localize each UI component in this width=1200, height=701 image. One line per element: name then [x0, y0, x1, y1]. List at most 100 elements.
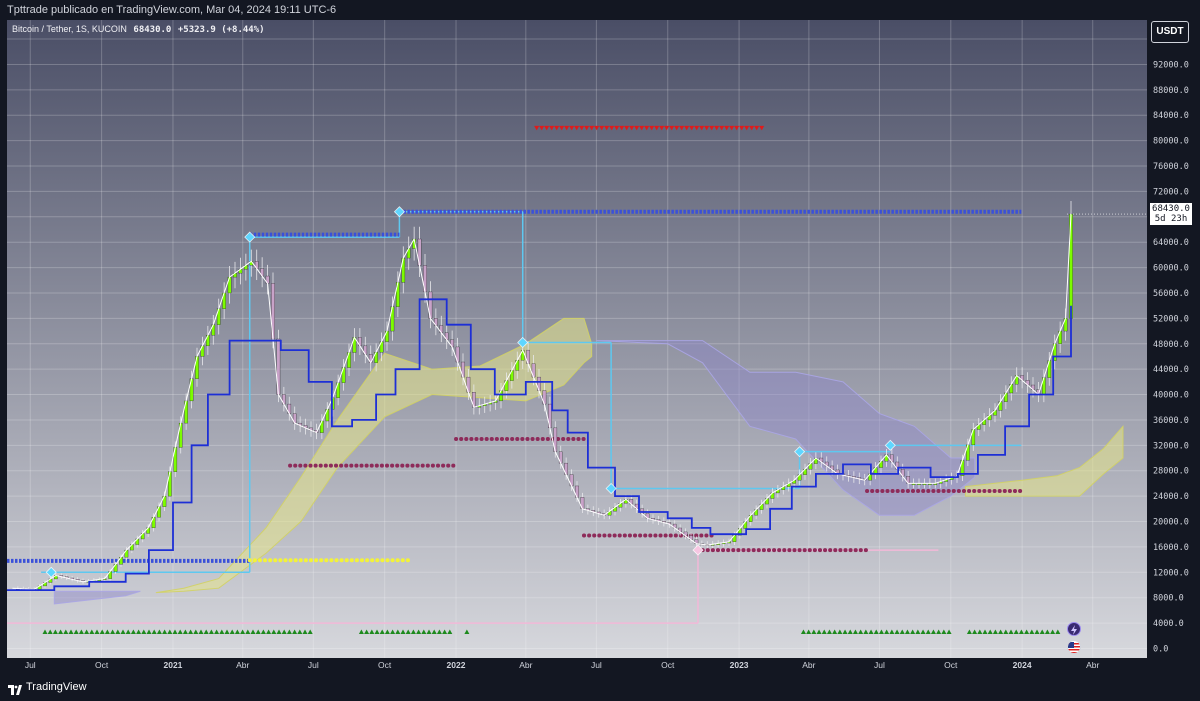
sell-signal-marker: [539, 125, 545, 131]
price-tick-label: 88000.0: [1153, 86, 1189, 96]
buy-signal-marker: [99, 629, 105, 634]
buy-signal-marker: [998, 629, 1004, 634]
buy-signal-marker: [811, 629, 817, 634]
buy-signal-marker: [384, 629, 390, 634]
price-close-line: [12, 214, 1072, 590]
lightning-icon[interactable]: [1067, 622, 1081, 636]
buy-signal-marker: [925, 629, 931, 634]
buy-signal-marker: [920, 629, 926, 634]
sell-signal-marker: [564, 125, 570, 131]
buy-signal-marker: [837, 629, 843, 634]
buy-signal-marker: [852, 629, 858, 634]
buy-signal-marker: [400, 629, 406, 634]
series-layer: [7, 201, 1073, 592]
buy-signal-marker: [198, 629, 204, 634]
sell-signal-marker: [554, 125, 560, 131]
buy-signal-marker: [1034, 629, 1040, 634]
buy-signal-marker: [125, 629, 131, 634]
buy-signal-marker: [421, 629, 427, 634]
buy-signal-marker: [410, 629, 416, 634]
price-tick-label: 16000.0: [1153, 543, 1189, 553]
buy-signal-marker: [873, 629, 879, 634]
buy-signal-marker: [447, 629, 453, 634]
buy-signal-marker: [431, 629, 437, 634]
buy-signal-marker: [992, 629, 998, 634]
sell-signal-marker: [699, 125, 705, 131]
buy-signal-marker: [156, 629, 162, 634]
time-tick-label: 2022: [447, 660, 466, 670]
price-tick-label: 32000.0: [1153, 441, 1189, 451]
sell-signal-marker: [534, 125, 540, 131]
buy-signal-marker: [972, 629, 978, 634]
time-tick-label: 2023: [730, 660, 749, 670]
buy-signal-marker: [1003, 629, 1009, 634]
buy-signal-marker: [442, 629, 448, 634]
price-tick-label: 76000.0: [1153, 162, 1189, 172]
buy-signal-marker: [73, 629, 79, 634]
sell-signal-marker: [724, 125, 730, 131]
buy-signal-marker: [162, 629, 168, 634]
symbol-change: +5323.9 (+8.44%): [177, 25, 265, 35]
price-tick-label: 64000.0: [1153, 238, 1189, 248]
price-tick-label: 20000.0: [1153, 518, 1189, 528]
buy-signal-marker: [464, 629, 470, 634]
buy-signal-marker: [307, 629, 313, 634]
sell-signal-marker: [544, 125, 550, 131]
buy-signal-marker: [68, 629, 74, 634]
sell-signal-marker: [749, 125, 755, 131]
buy-signal-marker: [390, 629, 396, 634]
sell-signal-marker: [674, 125, 680, 131]
sell-signal-marker: [634, 125, 640, 131]
buy-signal-marker: [982, 629, 988, 634]
buy-signal-marker: [219, 629, 225, 634]
time-tick-label: Jul: [308, 660, 319, 670]
buy-signal-marker: [847, 629, 853, 634]
buy-signal-marker: [89, 629, 95, 634]
last-price-badge: 68430.0 5d 23h: [1150, 203, 1192, 225]
buy-signal-marker: [136, 629, 142, 634]
buy-signal-marker: [286, 629, 292, 634]
buy-signal-marker: [379, 629, 385, 634]
buy-signal-marker: [889, 629, 895, 634]
sell-signal-marker: [729, 125, 735, 131]
sell-signal-marker: [614, 125, 620, 131]
buy-signal-marker: [146, 629, 152, 634]
buy-signal-marker: [1039, 629, 1045, 634]
price-tick-label: 4000.0: [1153, 619, 1184, 629]
symbol-price: 68430.0: [133, 25, 172, 35]
sell-signal-marker: [739, 125, 745, 131]
tradingview-logo-icon: [8, 682, 22, 695]
symbol-legend[interactable]: Bitcoin / Tether, 1S, KUCOIN 68430.0 +53…: [12, 24, 265, 35]
price-tick-label: 92000.0: [1153, 60, 1189, 70]
signal-diamond-diamond-2: [244, 231, 256, 243]
price-tick-label: 56000.0: [1153, 289, 1189, 299]
buy-signal-marker: [910, 629, 916, 634]
buy-signal-marker: [395, 629, 401, 634]
buy-signal-marker: [842, 629, 848, 634]
sell-signal-marker: [604, 125, 610, 131]
buy-signal-marker: [281, 629, 287, 634]
sell-signal-marker: [629, 125, 635, 131]
us-flag-icon[interactable]: [1067, 640, 1081, 654]
time-tick-label: Oct: [378, 660, 392, 670]
buy-signal-marker: [208, 629, 214, 634]
buy-signal-marker: [826, 629, 832, 634]
buy-signal-marker: [832, 629, 838, 634]
sell-signal-marker: [649, 125, 655, 131]
buy-signal-marker: [115, 629, 121, 634]
buy-signal-marker: [364, 629, 370, 634]
buy-signal-marker: [374, 629, 380, 634]
currency-button[interactable]: USDT: [1151, 21, 1189, 43]
time-tick-label: Oct: [661, 660, 675, 670]
buy-signal-marker: [863, 629, 869, 634]
buy-signal-marker: [904, 629, 910, 634]
sell-signal-marker: [644, 125, 650, 131]
buy-signal-marker: [966, 629, 972, 634]
time-tick-label: Abr: [1086, 660, 1099, 670]
sell-signal-marker: [639, 125, 645, 131]
price-tick-label: 60000.0: [1153, 264, 1189, 274]
buy-signal-marker: [276, 629, 282, 634]
buy-signal-marker: [416, 629, 422, 634]
buy-signal-marker: [1029, 629, 1035, 634]
sell-signal-marker: [659, 125, 665, 131]
